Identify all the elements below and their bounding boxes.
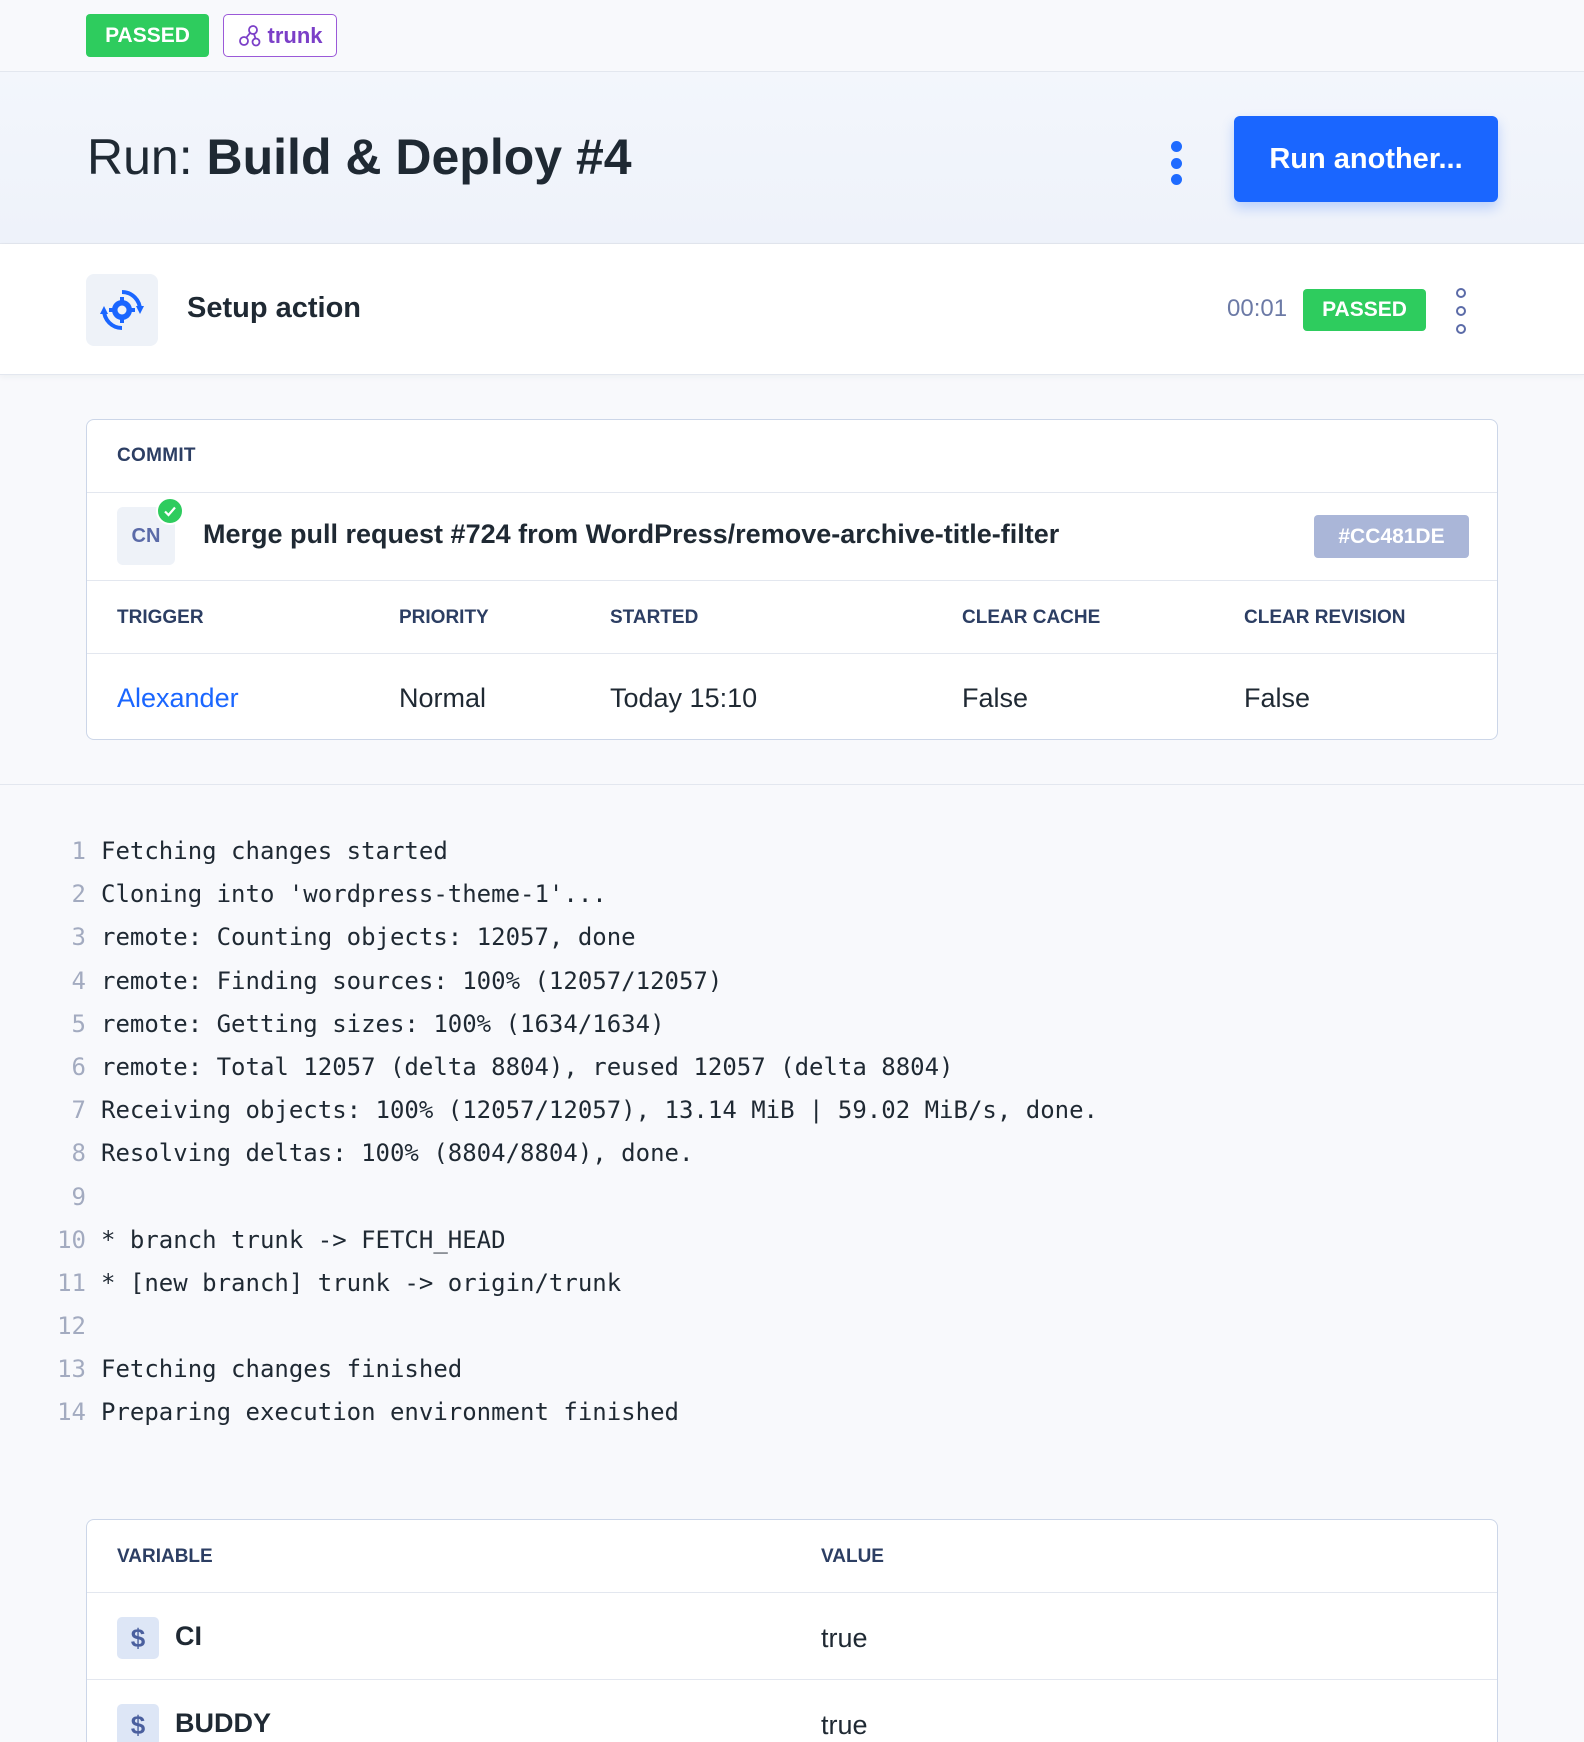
line-number: 9	[71, 1182, 86, 1211]
log-line: 11 * [new branch] trunk -> origin/trunk	[0, 1262, 1584, 1305]
log-line: 3 remote: Counting objects: 12057, done	[0, 916, 1584, 959]
section-divider	[0, 784, 1584, 785]
log-text: Cloning into 'wordpress-theme-1'...	[101, 880, 607, 909]
gear-refresh-icon	[100, 290, 144, 330]
line-number: 10	[57, 1225, 86, 1254]
log-line: 12	[0, 1305, 1584, 1348]
started-value: Today 15:10	[610, 683, 758, 713]
variable-value: true	[821, 1623, 868, 1653]
log-text: * branch trunk -> FETCH_HEAD	[101, 1225, 506, 1254]
variable-icon: $	[117, 1617, 159, 1659]
action-name: Setup action	[187, 292, 362, 324]
log-text: remote: Total 12057 (delta 8804), reused…	[101, 1052, 954, 1081]
value-column-header: VALUE	[821, 1546, 884, 1567]
line-number: 3	[71, 923, 86, 952]
variable-name: BUDDY	[175, 1708, 272, 1738]
line-number: 14	[57, 1398, 86, 1427]
build-log: 1 Fetching changes started 2 Cloning into '…	[0, 830, 1584, 1435]
action-bar: Setup action 00:01 PASSED	[0, 244, 1584, 375]
title-prefix: Run:	[87, 129, 207, 185]
branch-icon	[238, 24, 260, 46]
log-text: Receiving objects: 100% (12057/12057), 1…	[101, 1096, 1098, 1125]
status-badge: PASSED	[86, 14, 209, 57]
line-number: 11	[57, 1268, 86, 1297]
action-more-icon[interactable]	[1451, 288, 1471, 334]
branch-name: trunk	[267, 22, 323, 48]
clear-cache-value: False	[962, 683, 1029, 713]
log-line: 6 remote: Total 12057 (delta 8804), reuse…	[0, 1046, 1584, 1089]
log-text: Fetching changes finished	[101, 1355, 463, 1384]
more-options-icon[interactable]	[1162, 137, 1190, 189]
variable-icon: $	[117, 1704, 159, 1742]
line-number: 13	[57, 1355, 86, 1384]
log-line: 1 Fetching changes started	[0, 830, 1584, 873]
action-icon	[86, 274, 158, 346]
clear-cache-header: CLEAR CACHE	[962, 607, 1101, 628]
log-line: 2 Cloning into 'wordpress-theme-1'...	[0, 873, 1584, 916]
branch-badge[interactable]: trunk	[223, 14, 337, 57]
log-line: 5 remote: Getting sizes: 100% (1634/1634)	[0, 1003, 1584, 1046]
commit-card: COMMIT CN Merge pull request #724 from W…	[86, 419, 1498, 740]
variable-column-header: VARIABLE	[117, 1546, 213, 1567]
clear-revision-header: CLEAR REVISION	[1244, 607, 1406, 628]
variables-card: VARIABLE VALUE $ CI true $ BUDDY true	[86, 1519, 1498, 1742]
commit-section-label: COMMIT	[87, 420, 1497, 493]
commit-meta-values: Alexander Normal Today 15:10 False False	[87, 654, 1497, 741]
page-title: Run: Build & Deploy #4	[87, 128, 632, 186]
action-duration: 00:01	[1227, 295, 1288, 322]
log-text: remote: Finding sources: 100% (12057/120…	[101, 966, 723, 995]
variable-value: true	[821, 1710, 868, 1740]
log-line: 14 Preparing execution environment finish…	[0, 1391, 1584, 1434]
commit-meta-header: TRIGGER PRIORITY STARTED CLEAR CACHE CLE…	[87, 581, 1497, 654]
line-number: 4	[71, 966, 86, 995]
line-number: 8	[71, 1139, 86, 1168]
line-number: 12	[57, 1312, 86, 1341]
log-line: 13 Fetching changes finished	[0, 1348, 1584, 1391]
log-text: * [new branch] trunk -> origin/trunk	[101, 1268, 622, 1297]
log-text: Resolving deltas: 100% (8804/8804), done…	[101, 1139, 694, 1168]
trigger-user-link[interactable]: Alexander	[117, 683, 239, 714]
log-line: 8 Resolving deltas: 100% (8804/8804), don…	[0, 1132, 1584, 1175]
line-number: 6	[71, 1052, 86, 1081]
log-text: Fetching changes started	[101, 837, 448, 865]
commit-message: Merge pull request #724 from WordPress/r…	[203, 519, 1060, 549]
table-row: $ CI true	[87, 1593, 1497, 1680]
variable-name: CI	[175, 1621, 202, 1651]
pipeline-name: Build & Deploy #4	[206, 129, 632, 185]
table-row: $ BUDDY true	[87, 1680, 1497, 1742]
trigger-header: TRIGGER	[117, 607, 204, 628]
line-number: 5	[71, 1009, 86, 1038]
priority-header: PRIORITY	[399, 607, 489, 628]
log-text: remote: Counting objects: 12057, done	[101, 923, 636, 952]
log-line: 9	[0, 1176, 1584, 1219]
started-header: STARTED	[610, 607, 699, 628]
commit-row: CN Merge pull request #724 from WordPres…	[87, 493, 1497, 581]
run-another-button[interactable]: Run another...	[1234, 116, 1498, 202]
commit-hash[interactable]: #CC481DE	[1314, 515, 1469, 558]
action-status-badge: PASSED	[1303, 289, 1426, 331]
log-line: 7 Receiving objects: 100% (12057/12057), …	[0, 1089, 1584, 1132]
line-number: 7	[71, 1096, 86, 1125]
page-header: Run: Build & Deploy #4 Run another...	[0, 72, 1584, 244]
line-number: 2	[71, 880, 86, 909]
variables-header: VARIABLE VALUE	[87, 1520, 1497, 1593]
top-bar: PASSED trunk	[0, 0, 1584, 72]
line-number: 1	[71, 837, 86, 865]
log-line: 4 remote: Finding sources: 100% (12057/12…	[0, 960, 1584, 1003]
log-line: 10 * branch trunk -> FETCH_HEAD	[0, 1219, 1584, 1262]
clear-revision-value: False	[1244, 683, 1311, 713]
priority-value: Normal	[399, 683, 487, 713]
log-text: remote: Getting sizes: 100% (1634/1634)	[101, 1009, 665, 1038]
log-text: Preparing execution environment finished	[101, 1398, 679, 1427]
check-icon	[156, 497, 184, 525]
